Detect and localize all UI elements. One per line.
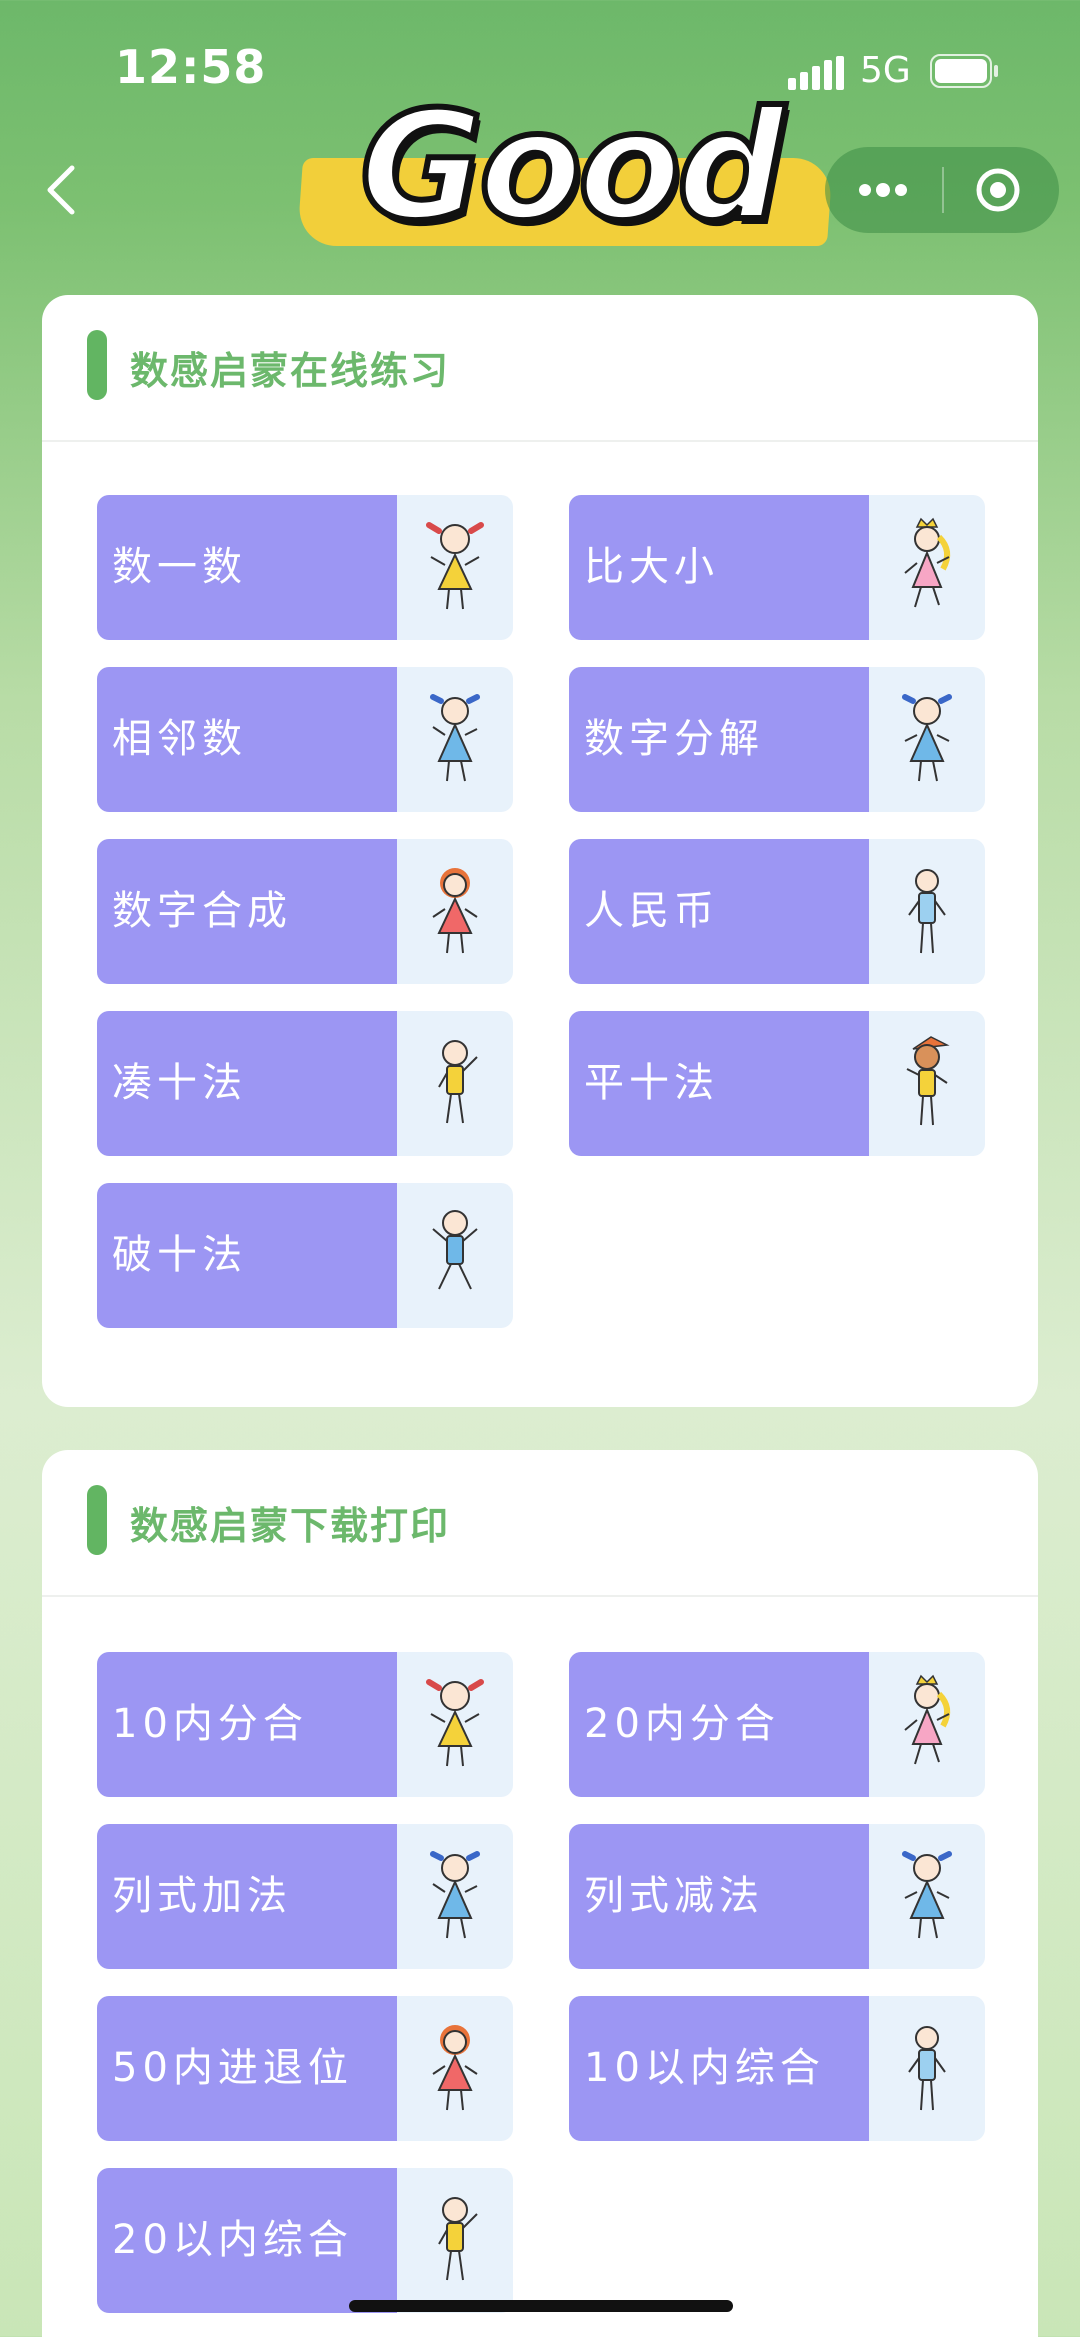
card-header: 数感启蒙下载打印 <box>42 1450 1038 1597</box>
boy-character-icon <box>397 1011 513 1156</box>
online-practice-card: 数感启蒙在线练习 数一数 比大小 相邻数 数字分解 数字合成 人民币 凑十法 平… <box>42 295 1038 1407</box>
item-make-ten[interactable]: 凑十法 <box>97 1011 513 1156</box>
item-decompose[interactable]: 数字分解 <box>569 667 985 812</box>
status-time: 12:58 <box>115 40 267 94</box>
girl-character-icon <box>397 1996 513 2141</box>
item-label: 列式减法 <box>569 1824 869 1969</box>
home-indicator[interactable] <box>349 2300 733 2312</box>
princess-character-icon <box>869 1652 985 1797</box>
boy-character-icon <box>869 1996 985 2141</box>
item-label: 平十法 <box>569 1011 869 1156</box>
close-miniprogram-icon[interactable] <box>975 167 1021 213</box>
item-label: 破十法 <box>97 1183 397 1328</box>
item-rmb[interactable]: 人民币 <box>569 839 985 984</box>
battery-icon <box>930 54 998 88</box>
download-print-card: 数感启蒙下载打印 10内分合 20内分合 列式加法 列式减法 50内进退位 10… <box>42 1450 1038 2337</box>
miniprogram-capsule <box>825 147 1059 233</box>
back-arrow-icon[interactable] <box>40 160 80 220</box>
item-level-ten[interactable]: 平十法 <box>569 1011 985 1156</box>
item-20-mixed[interactable]: 20以内综合 <box>97 2168 513 2313</box>
item-label: 20内分合 <box>569 1652 869 1797</box>
card-accent-bar <box>87 330 107 400</box>
item-column-subtraction[interactable]: 列式减法 <box>569 1824 985 1969</box>
item-label: 相邻数 <box>97 667 397 812</box>
item-label: 10以内综合 <box>569 1996 869 2141</box>
card-accent-bar <box>87 1485 107 1555</box>
item-label: 20以内综合 <box>97 2168 397 2313</box>
item-compose[interactable]: 数字合成 <box>97 839 513 984</box>
good-banner: Good <box>296 77 834 260</box>
boy-character-icon <box>397 2168 513 2313</box>
card-title: 数感启蒙下载打印 <box>130 1504 451 1548</box>
item-label: 比大小 <box>569 495 869 640</box>
item-label: 凑十法 <box>97 1011 397 1156</box>
item-label: 50内进退位 <box>97 1996 397 2141</box>
item-column-addition[interactable]: 列式加法 <box>97 1824 513 1969</box>
item-20-split-merge[interactable]: 20内分合 <box>569 1652 985 1797</box>
item-label: 数字分解 <box>569 667 869 812</box>
girl-character-icon <box>397 839 513 984</box>
item-break-ten[interactable]: 破十法 <box>97 1183 513 1328</box>
princess-character-icon <box>869 495 985 640</box>
girl-character-icon <box>397 1824 513 1969</box>
item-count[interactable]: 数一数 <box>97 495 513 640</box>
kid-character-icon <box>869 1011 985 1156</box>
network-type: 5G <box>860 50 911 91</box>
girl-character-icon <box>869 667 985 812</box>
more-icon[interactable] <box>855 169 911 211</box>
item-label: 人民币 <box>569 839 869 984</box>
girl-character-icon <box>397 495 513 640</box>
item-label: 数字合成 <box>97 839 397 984</box>
boy-character-icon <box>397 1183 513 1328</box>
item-label: 10内分合 <box>97 1652 397 1797</box>
girl-character-icon <box>869 1824 985 1969</box>
item-label: 列式加法 <box>97 1824 397 1969</box>
boy-character-icon <box>869 839 985 984</box>
capsule-divider <box>942 167 944 213</box>
girl-character-icon <box>397 1652 513 1797</box>
item-compare[interactable]: 比大小 <box>569 495 985 640</box>
card-title: 数感启蒙在线练习 <box>130 349 451 393</box>
card-header: 数感启蒙在线练习 <box>42 295 1038 442</box>
girl-character-icon <box>397 667 513 812</box>
signal-icon <box>788 56 844 90</box>
item-50-carry-borrow[interactable]: 50内进退位 <box>97 1996 513 2141</box>
item-10-split-merge[interactable]: 10内分合 <box>97 1652 513 1797</box>
item-adjacent[interactable]: 相邻数 <box>97 667 513 812</box>
banner-text: Good <box>357 77 788 257</box>
item-10-mixed[interactable]: 10以内综合 <box>569 1996 985 2141</box>
item-label: 数一数 <box>97 495 397 640</box>
